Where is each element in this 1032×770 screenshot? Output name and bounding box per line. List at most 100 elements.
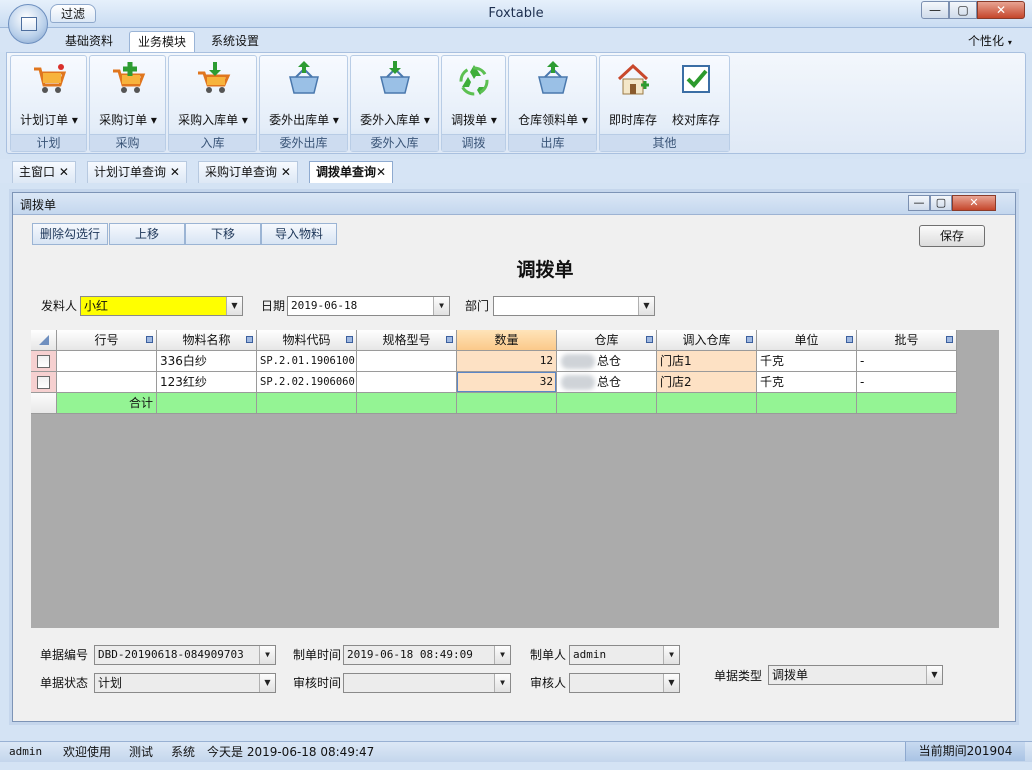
- col-header-name[interactable]: 物料名称: [157, 330, 257, 351]
- inner-minimize-button[interactable]: —: [908, 195, 930, 211]
- creator-field[interactable]: admin ▼: [569, 645, 680, 665]
- close-icon[interactable]: ✕: [170, 165, 180, 179]
- outsource-out-button[interactable]: 委外出库单 ▾: [262, 59, 346, 129]
- cell-line[interactable]: [57, 372, 157, 393]
- chevron-down-icon[interactable]: ▼: [433, 297, 449, 315]
- cell-spec[interactable]: [357, 351, 457, 372]
- cell-qty-selected[interactable]: 32: [457, 372, 557, 393]
- doc-type-select[interactable]: 调拨单 ▼: [768, 665, 943, 685]
- chevron-down-icon[interactable]: ▼: [926, 666, 942, 684]
- purchase-order-button[interactable]: 采购订单 ▾: [92, 59, 164, 129]
- close-button[interactable]: ✕: [977, 1, 1025, 19]
- check-stock-label: 校对库存: [671, 113, 720, 127]
- tab-system-settings[interactable]: 系统设置: [203, 31, 267, 52]
- doc-tab-transfer-query[interactable]: 调拨单查询✕: [309, 161, 394, 183]
- col-header-to-warehouse[interactable]: 调入仓库: [657, 330, 757, 351]
- realtime-stock-button[interactable]: 即时库存: [602, 59, 664, 129]
- close-icon[interactable]: ✕: [376, 165, 386, 179]
- doc-tab-purchase-query[interactable]: 采购订单查询 ✕: [198, 161, 298, 183]
- chevron-down-icon[interactable]: ▼: [494, 646, 510, 664]
- cell-unit[interactable]: 千克: [757, 351, 857, 372]
- select-all-icon: [39, 335, 49, 345]
- status-field[interactable]: 计划 ▼: [94, 673, 276, 693]
- purchase-order-label: 采购订单 ▾: [99, 113, 157, 127]
- group-label-purchase: 采购: [90, 134, 165, 151]
- personalize-menu[interactable]: 个性化 ▾: [968, 31, 1012, 51]
- import-material-button[interactable]: 导入物料: [261, 223, 337, 245]
- transfer-order-button[interactable]: 调拨单 ▾: [444, 59, 504, 129]
- cell-to-warehouse[interactable]: 门店2: [657, 372, 757, 393]
- chevron-down-icon[interactable]: ▼: [663, 674, 679, 692]
- chevron-down-icon[interactable]: ▼: [638, 297, 654, 315]
- cell-name[interactable]: 336白纱: [157, 351, 257, 372]
- cell-warehouse[interactable]: 总仓: [557, 351, 657, 372]
- cell-batch[interactable]: -: [857, 351, 957, 372]
- audit-time-field[interactable]: ▼: [343, 673, 511, 693]
- save-button[interactable]: 保存: [919, 225, 985, 247]
- checkbox-icon[interactable]: [37, 355, 50, 368]
- col-header-line[interactable]: 行号: [57, 330, 157, 351]
- checkbox-icon[interactable]: [37, 376, 50, 389]
- filter-tab[interactable]: 过滤: [50, 4, 96, 23]
- move-down-button[interactable]: 下移: [185, 223, 261, 245]
- cell-line[interactable]: [57, 351, 157, 372]
- lock-icon: [446, 336, 453, 343]
- cell-code[interactable]: SP.2.02.1906060: [257, 372, 357, 393]
- grid-corner[interactable]: [31, 330, 57, 351]
- col-header-spec[interactable]: 规格型号: [357, 330, 457, 351]
- delete-checked-button[interactable]: 删除勾选行: [32, 223, 108, 245]
- detail-grid[interactable]: 行号 物料名称 物料代码 规格型号 数量 仓库 调入仓库 单位 批号 336白纱…: [31, 330, 999, 628]
- auditor-field[interactable]: ▼: [569, 673, 680, 693]
- row-checkbox[interactable]: [31, 351, 57, 372]
- status-value: 计划: [98, 676, 123, 690]
- date-picker[interactable]: 2019-06-18 ▼: [287, 296, 450, 316]
- col-header-qty[interactable]: 数量: [457, 330, 557, 351]
- chevron-down-icon[interactable]: ▼: [226, 297, 242, 315]
- basket-up-icon: [289, 61, 319, 94]
- warehouse-pick-button[interactable]: 仓库领料单 ▾: [511, 59, 595, 129]
- check-stock-button[interactable]: 校对库存: [664, 59, 728, 129]
- cell-to-warehouse[interactable]: 门店1: [657, 351, 757, 372]
- col-header-batch[interactable]: 批号: [857, 330, 957, 351]
- chevron-down-icon[interactable]: ▼: [259, 674, 275, 692]
- group-label-outbound: 出库: [509, 134, 596, 151]
- outsource-in-button[interactable]: 委外入库单 ▾: [353, 59, 437, 129]
- cell-qty[interactable]: 12: [457, 351, 557, 372]
- close-icon[interactable]: ✕: [59, 165, 69, 179]
- status-welcome: 欢迎使用: [63, 745, 112, 759]
- doc-no-field[interactable]: DBD-20190618-084909703 ▼: [94, 645, 276, 665]
- tab-basic-data[interactable]: 基础资料: [57, 31, 121, 52]
- move-up-button[interactable]: 上移: [109, 223, 185, 245]
- plan-order-button[interactable]: 计划订单 ▾: [13, 59, 85, 129]
- created-time-field[interactable]: 2019-06-18 08:49:09 ▼: [343, 645, 511, 665]
- purchase-inbound-button[interactable]: 采购入库单 ▾: [171, 59, 255, 129]
- doc-tab-main[interactable]: 主窗口 ✕: [12, 161, 76, 183]
- sender-label: 发料人: [41, 299, 78, 313]
- inner-close-button[interactable]: ✕: [952, 195, 996, 211]
- personalize-label: 个性化: [968, 34, 1005, 48]
- col-header-warehouse[interactable]: 仓库: [557, 330, 657, 351]
- sender-select[interactable]: 小红 ▼: [80, 296, 243, 316]
- row-checkbox[interactable]: [31, 372, 57, 393]
- close-icon[interactable]: ✕: [281, 165, 291, 179]
- cell-unit[interactable]: 千克: [757, 372, 857, 393]
- cell-name[interactable]: 123红纱: [157, 372, 257, 393]
- inner-maximize-button[interactable]: ▢: [930, 195, 952, 211]
- app-menu-button[interactable]: [8, 4, 48, 44]
- chevron-down-icon[interactable]: ▼: [259, 646, 275, 664]
- cell-warehouse[interactable]: 总仓: [557, 372, 657, 393]
- department-select[interactable]: ▼: [493, 296, 655, 316]
- minimize-button[interactable]: —: [921, 1, 949, 19]
- chevron-down-icon[interactable]: ▼: [663, 646, 679, 664]
- basket-icon: [538, 61, 568, 94]
- col-header-unit[interactable]: 单位: [757, 330, 857, 351]
- cell-batch[interactable]: -: [857, 372, 957, 393]
- col-header-code[interactable]: 物料代码: [257, 330, 357, 351]
- status-bar: [0, 741, 1032, 762]
- chevron-down-icon[interactable]: ▼: [494, 674, 510, 692]
- maximize-button[interactable]: ▢: [949, 1, 977, 19]
- tab-business-module[interactable]: 业务模块: [129, 31, 196, 52]
- cell-code[interactable]: SP.2.01.1906100: [257, 351, 357, 372]
- doc-tab-plan-query[interactable]: 计划订单查询 ✕: [87, 161, 187, 183]
- cell-spec[interactable]: [357, 372, 457, 393]
